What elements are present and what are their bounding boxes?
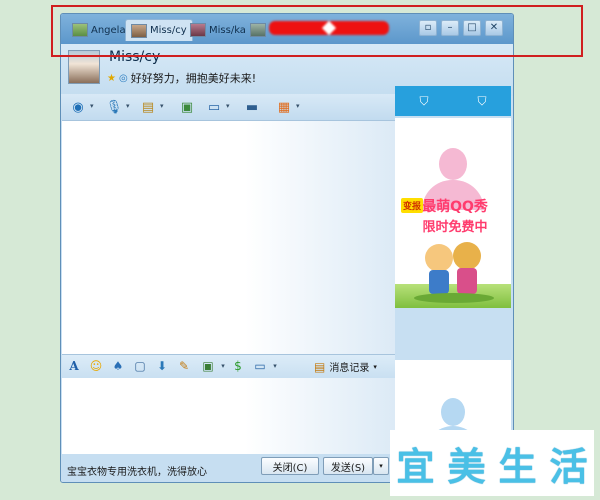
cartoon-couple-image [414, 242, 494, 303]
shield-icon: ⛉ [419, 93, 429, 108]
message-display-area[interactable] [62, 120, 395, 355]
contact-signature: 好好努力，拥抱美好未来! [130, 72, 257, 85]
send-button[interactable]: 发送(S) [323, 457, 373, 475]
remote-desktop-icon[interactable]: ▭ ▾ [205, 98, 230, 116]
watermark-char: 生 [498, 444, 537, 489]
promo-line2: 限时免费中 [422, 220, 488, 235]
signature-row: ★ ◎ 好好努力，拥抱美好未来! [107, 70, 256, 86]
history-icon: ▤ [314, 359, 326, 374]
close-button[interactable]: 关闭(C) [261, 457, 319, 475]
edit-icon[interactable]: ✎ [176, 358, 192, 374]
apps-grid-icon[interactable]: ▦ ▾ [275, 98, 300, 116]
more-icon[interactable]: ▭ [252, 358, 268, 374]
message-history-button[interactable]: ▤ 消息记录 ▾ [314, 359, 377, 375]
security-ad-banner[interactable]: ⛉ ⛉ [395, 86, 511, 116]
image-icon[interactable]: ▣ [200, 358, 216, 374]
watermark-logo: 宜 美 生 活 [390, 430, 594, 496]
chevron-down-icon[interactable]: ▾ [267, 358, 283, 374]
input-toolbar: A ☺ ♠ ▢ ⬇ ✎ ▣ ▾ $ ▭ ▾ ▤ 消息记录 ▾ [62, 354, 395, 379]
voice-message-icon[interactable]: ⬇ [154, 358, 170, 374]
chat-toolbar: ◉ ▾ 🎙 ▾ ▤ ▾ ▣ ▭ ▾ ▬ ▦ ▾ [61, 94, 395, 120]
shake-icon[interactable]: ♠ [110, 358, 126, 374]
qq-show-panel[interactable]: 变报 最萌QQ秀 限时免费中 [395, 118, 511, 308]
emoji-icon[interactable]: ☺ [88, 358, 104, 374]
send-options-button[interactable]: ▾ [373, 457, 389, 475]
qzone-icon[interactable]: ◎ [119, 73, 128, 84]
silhouette-icon [439, 148, 467, 180]
message-input[interactable] [62, 378, 395, 454]
qq-show-promo[interactable]: 变报 最萌QQ秀 限时免费中 [401, 196, 507, 235]
chevron-down-icon[interactable]: ▾ [215, 358, 231, 374]
annotation-rectangle [51, 5, 583, 57]
font-icon[interactable]: A [66, 358, 82, 374]
watermark-char: 宜 [396, 444, 435, 489]
watermark-char: 美 [447, 444, 486, 489]
watermark-char: 活 [549, 444, 588, 489]
star-icon: ★ [107, 72, 116, 84]
promo-tag: 变报 [401, 198, 424, 213]
screenshot-icon[interactable]: ▢ [132, 358, 148, 374]
silhouette-icon [441, 398, 465, 426]
bottom-ad-text[interactable]: 宝宝衣物专用洗衣机，洗得放心 [67, 463, 207, 478]
gift-icon[interactable]: $ [230, 358, 246, 374]
voice-call-icon[interactable]: 🎙 ▾ [105, 98, 130, 116]
chevron-down-icon: ▾ [373, 362, 377, 371]
history-label: 消息记录 [329, 363, 370, 374]
video-call-icon[interactable]: ◉ ▾ [69, 98, 93, 116]
file-transfer-icon[interactable]: ▤ ▾ [139, 98, 164, 116]
shield-icon: ⛉ [477, 93, 487, 108]
screen-share-icon[interactable]: ▬ [243, 98, 261, 116]
add-app-icon[interactable]: ▣ [178, 98, 196, 116]
chat-window: Angela Miss/cy Miss/ka ▫ – □ ✕ Miss/cy ★… [60, 13, 514, 483]
